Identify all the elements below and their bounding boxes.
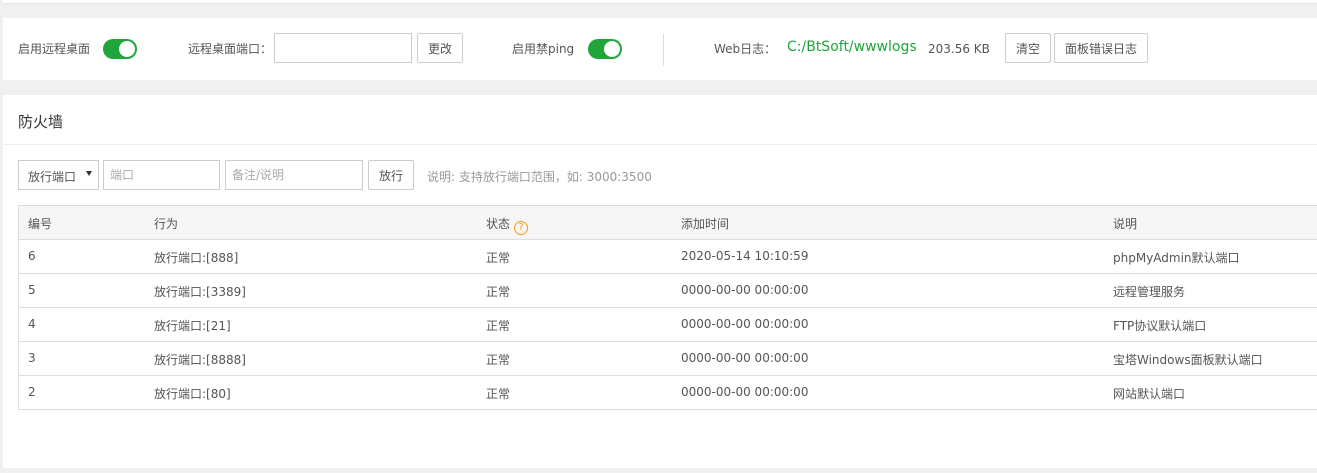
note-input[interactable] [225, 160, 363, 190]
cell-action: 放行端口:[8888] [154, 353, 246, 367]
change-port-button[interactable]: 更改 [417, 33, 463, 63]
toggle-knob [604, 41, 620, 57]
firewall-panel: 防火墙 放行端口 放行 说明: 支持放行端口范围，如: 3000:3500 编号… [3, 95, 1317, 468]
firewall-table: 编号 行为 状态? 添加时间 说明 6 放行端口:[888] 正常 2020-0… [18, 205, 1317, 410]
cell-status: 正常 [486, 353, 511, 367]
port-input[interactable] [103, 160, 220, 190]
cell-id: 5 [28, 283, 36, 297]
table-row: 6 放行端口:[888] 正常 2020-05-14 10:10:59 phpM… [19, 240, 1317, 274]
rule-type-select[interactable]: 放行端口 [18, 160, 99, 190]
cell-note: phpMyAdmin默认端口 [1113, 251, 1240, 265]
table-row: 5 放行端口:[3389] 正常 0000-00-00 00:00:00 远程管… [19, 274, 1317, 308]
cell-note: FTP协议默认端口 [1113, 319, 1207, 333]
settings-divider [663, 34, 664, 66]
ping-toggle[interactable] [588, 39, 622, 59]
cell-time: 0000-00-00 00:00:00 [681, 283, 809, 297]
cell-action: 放行端口:[21] [154, 319, 231, 333]
column-id: 编号 [28, 217, 53, 231]
column-status-label: 状态 [486, 217, 511, 231]
table-row: 3 放行端口:[8888] 正常 0000-00-00 00:00:00 宝塔W… [19, 342, 1317, 376]
title-divider [3, 144, 1317, 145]
cell-status: 正常 [486, 387, 511, 401]
clear-log-button[interactable]: 清空 [1005, 33, 1051, 63]
rule-type-value: 放行端口 [28, 170, 77, 184]
remote-desktop-label: 启用远程桌面 [18, 42, 91, 56]
table-header: 编号 行为 状态? 添加时间 说明 [19, 206, 1317, 240]
column-added-time: 添加时间 [681, 217, 730, 231]
help-icon[interactable]: ? [514, 221, 529, 235]
cell-time: 0000-00-00 00:00:00 [681, 351, 809, 365]
settings-panel: 启用远程桌面 远程桌面端口： 更改 启用禁ping Web日志： C:/BtSo… [3, 18, 1317, 80]
cell-status: 正常 [486, 251, 511, 265]
allow-port-button[interactable]: 放行 [368, 160, 414, 190]
remote-desktop-toggle[interactable] [103, 39, 137, 59]
toggle-knob [119, 41, 135, 57]
remote-port-input[interactable] [274, 33, 412, 63]
column-status: 状态? [486, 215, 529, 235]
firewall-title: 防火墙 [18, 113, 64, 131]
web-log-path-link[interactable]: C:/BtSoft/wwwlogs [787, 39, 917, 55]
cell-time: 0000-00-00 00:00:00 [681, 317, 809, 331]
cell-note: 宝塔Windows面板默认端口 [1113, 353, 1263, 367]
top-strip [3, 0, 1317, 4]
cell-id: 2 [28, 385, 36, 399]
column-action: 行为 [154, 217, 179, 231]
panel-error-log-button[interactable]: 面板错误日志 [1054, 33, 1148, 63]
cell-note: 远程管理服务 [1113, 285, 1186, 299]
cell-time: 0000-00-00 00:00:00 [681, 385, 809, 399]
table-row: 4 放行端口:[21] 正常 0000-00-00 00:00:00 FTP协议… [19, 308, 1317, 342]
cell-note: 网站默认端口 [1113, 387, 1186, 401]
web-log-size: 203.56 KB [928, 42, 990, 56]
cell-action: 放行端口:[80] [154, 387, 231, 401]
cell-id: 6 [28, 249, 36, 263]
remote-port-label: 远程桌面端口： [188, 42, 273, 56]
table-row: 2 放行端口:[80] 正常 0000-00-00 00:00:00 网站默认端… [19, 376, 1317, 410]
caret-down-icon [86, 171, 92, 176]
cell-id: 4 [28, 317, 36, 331]
cell-time: 2020-05-14 10:10:59 [681, 249, 809, 263]
firewall-hint: 说明: 支持放行端口范围，如: 3000:3500 [427, 170, 652, 184]
ping-label: 启用禁ping [512, 42, 575, 56]
cell-action: 放行端口:[3389] [154, 285, 246, 299]
cell-id: 3 [28, 351, 36, 365]
cell-status: 正常 [486, 285, 511, 299]
column-description: 说明 [1113, 217, 1138, 231]
cell-action: 放行端口:[888] [154, 251, 239, 265]
cell-status: 正常 [486, 319, 511, 333]
web-log-label: Web日志： [714, 42, 777, 56]
